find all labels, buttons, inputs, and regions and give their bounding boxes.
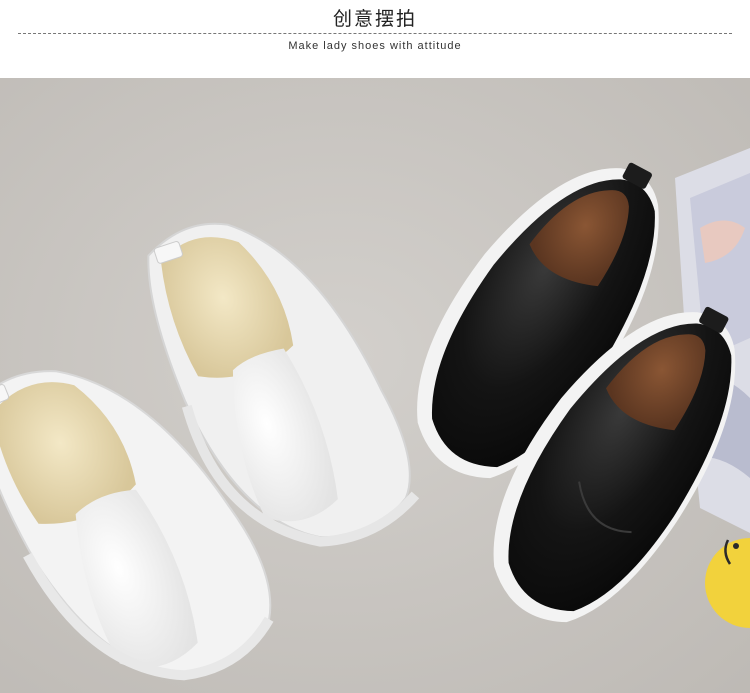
page-title: 创意摆拍: [332, 8, 417, 30]
product-photo: [0, 78, 750, 693]
dashed-divider: [18, 33, 732, 34]
page-subtitle: Make lady shoes with attitude: [288, 40, 462, 52]
product-photo-svg: [0, 78, 750, 693]
header: 创意摆拍 Make lady shoes with attitude: [0, 0, 750, 78]
